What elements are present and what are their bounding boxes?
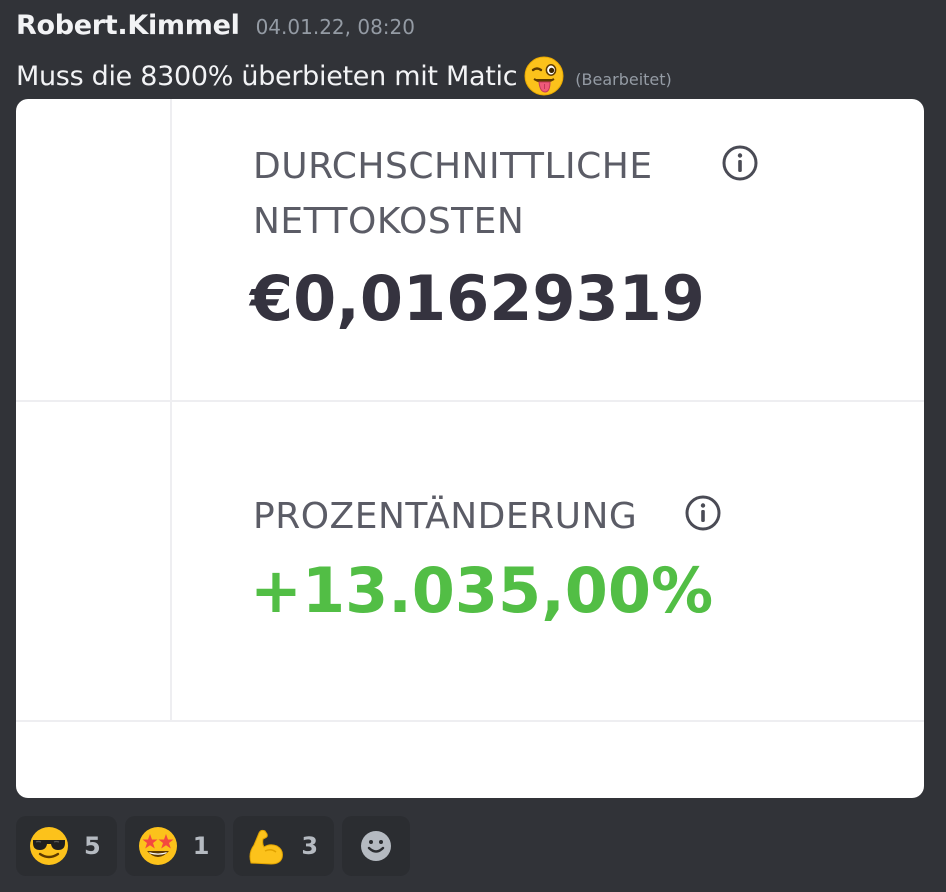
message-header: Robert.Kimmel 04.01.22, 08:20	[16, 10, 415, 50]
star-struck-icon	[138, 827, 177, 865]
reaction-star-struck[interactable]: 1	[124, 816, 226, 876]
message-timestamp[interactable]: 04.01.22, 08:20	[256, 15, 415, 39]
average-net-cost-label: DURCHSCHNITTLICHE NETTOKOSTEN	[253, 139, 653, 249]
flexed-biceps-icon	[249, 829, 284, 865]
add-reaction-button[interactable]	[342, 816, 411, 876]
info-circle-icon	[722, 145, 758, 181]
smiling-face-with-sunglasses-icon	[30, 827, 68, 865]
reaction-bar: 5 1 3	[16, 816, 411, 876]
message-content: Muss die 8300% überbieten mit Matic (Bea…	[16, 54, 672, 98]
percent-change-value: +13.035,00%	[250, 554, 714, 627]
embedded-screenshot[interactable]: DURCHSCHNITTLICHE NETTOKOSTEN €0,0162931…	[16, 99, 924, 798]
percent-change-label: PROZENTÄNDERUNG	[253, 496, 638, 537]
reaction-count: 1	[192, 832, 210, 860]
add-reaction-smiley-icon	[361, 831, 392, 861]
reaction-sunglasses[interactable]: 5	[16, 816, 117, 876]
winking-tongue-emoji-icon	[524, 56, 564, 96]
reaction-count: 5	[84, 832, 101, 860]
message-text: Muss die 8300% überbieten mit Matic	[16, 60, 518, 92]
average-net-cost-label-line2: NETTOKOSTEN	[253, 201, 525, 242]
average-net-cost-value: €0,01629319	[250, 262, 705, 335]
vertical-divider	[170, 99, 172, 721]
edited-indicator: (Bearbeitet)	[575, 69, 672, 89]
author-name[interactable]: Robert.Kimmel	[16, 10, 240, 41]
reaction-count: 3	[301, 832, 319, 860]
horizontal-divider	[16, 720, 924, 722]
average-net-cost-label-line1: DURCHSCHNITTLICHE	[253, 146, 653, 187]
info-circle-icon	[685, 495, 721, 531]
reaction-flexed-biceps[interactable]: 3	[233, 816, 335, 876]
horizontal-divider	[16, 400, 924, 402]
